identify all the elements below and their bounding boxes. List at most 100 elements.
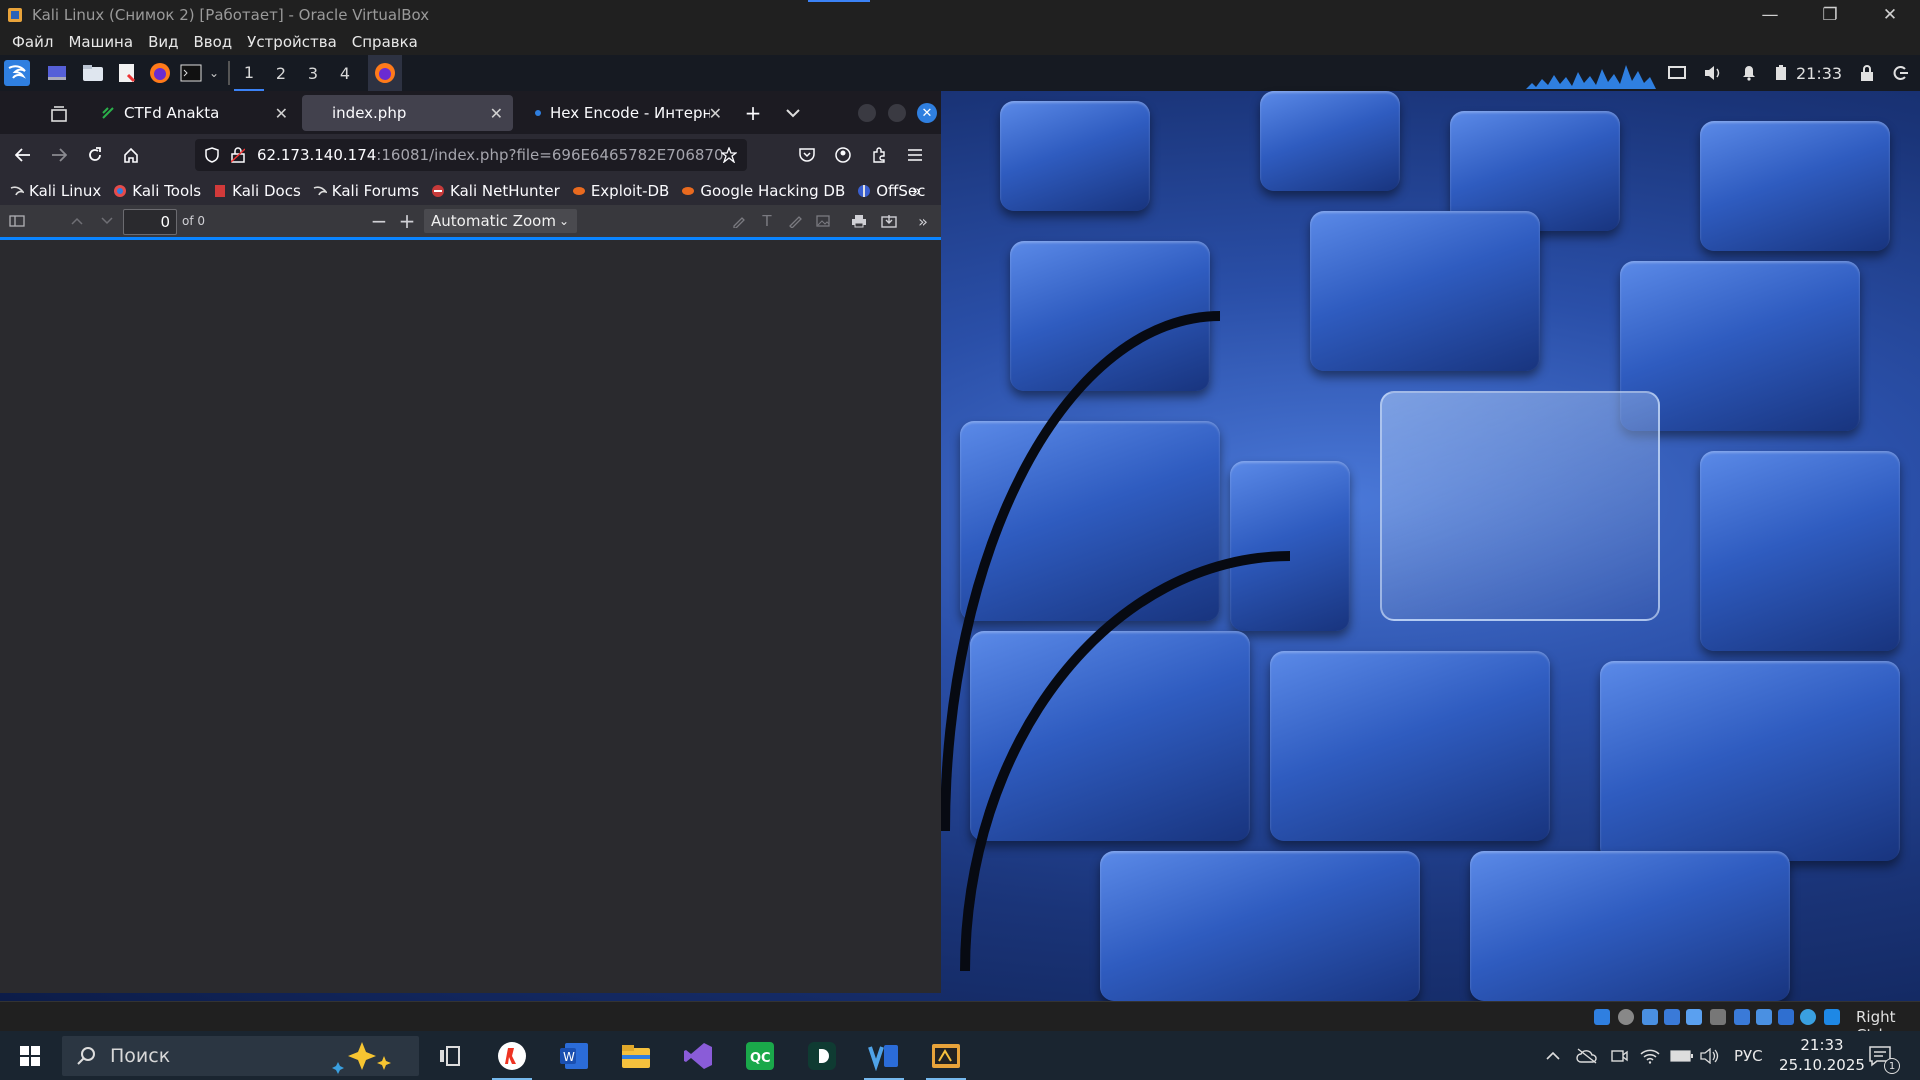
new-tab-button[interactable]: +: [740, 95, 766, 131]
input-language[interactable]: РУС: [1734, 1031, 1763, 1080]
home-icon[interactable]: [115, 134, 147, 176]
tab-hex-encode[interactable]: Hex Encode - Интернет ✕: [522, 95, 732, 131]
url-bar[interactable]: 62.173.140.174:16081/index.php?file=696E…: [195, 139, 747, 171]
bookmark-kali-tools[interactable]: Kali Tools: [113, 182, 201, 200]
zoom-in-icon[interactable]: +: [396, 205, 418, 237]
copilot-sparkle-icon[interactable]: [330, 1038, 400, 1074]
menu-input[interactable]: Ввод: [193, 33, 232, 51]
workspace-2[interactable]: 2: [266, 55, 296, 91]
reload-icon[interactable]: [79, 134, 111, 176]
pdf-viewer-area[interactable]: [0, 240, 941, 993]
show-hidden-icons[interactable]: [1546, 1031, 1560, 1080]
tracking-shield-icon[interactable]: [205, 147, 219, 163]
insecure-lock-icon[interactable]: [231, 147, 245, 163]
qc-app-icon[interactable]: QC: [740, 1036, 780, 1076]
virtualbox-title-bar[interactable]: Kali Linux (Снимок 2) [Работает] - Oracl…: [0, 0, 1920, 29]
close-tab-icon[interactable]: ✕: [490, 104, 503, 123]
meet-now-icon[interactable]: [1610, 1031, 1628, 1080]
usb-status-icon[interactable]: [1686, 1009, 1702, 1025]
kali-menu-icon[interactable]: [2, 55, 32, 91]
onedrive-off-icon[interactable]: [1576, 1031, 1598, 1080]
lock-icon[interactable]: [1856, 55, 1878, 91]
battery-tray-icon[interactable]: [1670, 1031, 1694, 1080]
page-number-input[interactable]: 0: [123, 209, 177, 235]
save-icon[interactable]: [878, 205, 900, 237]
minimize-button[interactable]: —: [1740, 0, 1800, 29]
sidebar-toggle-icon[interactable]: [6, 205, 28, 237]
files-icon[interactable]: [80, 55, 106, 91]
yandex-browser-icon[interactable]: [492, 1036, 532, 1080]
workspace-1[interactable]: 1: [234, 55, 264, 91]
terminal-icon[interactable]: [178, 55, 204, 91]
text-editor-icon[interactable]: [114, 55, 140, 91]
notifications-bell-icon[interactable]: [1736, 55, 1762, 91]
close-tab-icon[interactable]: ✕: [709, 104, 722, 123]
more-bookmarks-icon[interactable]: »: [912, 182, 921, 200]
bookmark-kali-linux[interactable]: Kali Linux: [10, 182, 101, 200]
back-icon[interactable]: [7, 134, 39, 176]
shared-folders-icon[interactable]: [1710, 1009, 1726, 1025]
virtualbox-taskbar-icon[interactable]: [864, 1036, 904, 1080]
minimize-window-button[interactable]: [858, 104, 876, 122]
word-icon[interactable]: W: [554, 1036, 594, 1076]
firefox-launcher-icon[interactable]: [147, 55, 173, 91]
task-view-icon[interactable]: [430, 1036, 470, 1076]
menu-view[interactable]: Вид: [148, 33, 178, 51]
maximize-window-button[interactable]: [888, 104, 906, 122]
display-icon[interactable]: [1664, 55, 1690, 91]
list-tabs-icon[interactable]: [780, 95, 806, 131]
display-status-icon[interactable]: [1734, 1009, 1750, 1025]
virtualization-icon[interactable]: [1778, 1009, 1794, 1025]
close-tab-icon[interactable]: ✕: [275, 104, 288, 123]
tab-ctfd[interactable]: CTFd Anakta ✕: [88, 95, 298, 131]
zoom-select[interactable]: Automatic Zoom ⌄: [424, 209, 577, 233]
hdd-status-icon[interactable]: [1594, 1009, 1610, 1025]
speaker-icon[interactable]: [1700, 1031, 1720, 1080]
previous-page-icon[interactable]: [66, 205, 88, 237]
file-explorer-icon[interactable]: [616, 1036, 656, 1076]
tools-menu-icon[interactable]: »: [912, 205, 934, 237]
firefox-view-icon[interactable]: [46, 96, 72, 132]
highlight-icon[interactable]: [728, 205, 750, 237]
optical-drive-icon[interactable]: [1618, 1009, 1634, 1025]
pocket-icon[interactable]: [791, 134, 823, 176]
workspace-3[interactable]: 3: [298, 55, 328, 91]
draw-icon[interactable]: [784, 205, 806, 237]
menu-help[interactable]: Справка: [352, 33, 418, 51]
tab-index-php[interactable]: index.php ✕: [302, 95, 513, 131]
desktop-icon[interactable]: [44, 55, 70, 91]
bookmark-kali-forums[interactable]: Kali Forums: [313, 182, 419, 200]
menu-file[interactable]: Файл: [12, 33, 53, 51]
zoom-out-icon[interactable]: −: [368, 205, 390, 237]
kali-clock[interactable]: 21:33: [1796, 55, 1842, 91]
bookmark-kali-docs[interactable]: Kali Docs: [213, 182, 301, 200]
extensions-icon[interactable]: [863, 134, 895, 176]
firefox-task-icon[interactable]: [368, 55, 402, 91]
system-clock[interactable]: 21:33 25.10.2025: [1774, 1035, 1870, 1075]
search-box[interactable]: Поиск: [62, 1036, 419, 1076]
recording-icon[interactable]: [1756, 1009, 1772, 1025]
start-icon[interactable]: [10, 1036, 50, 1076]
forward-icon[interactable]: [43, 134, 75, 176]
logout-icon[interactable]: [1890, 55, 1912, 91]
kali-vm-taskbar-icon[interactable]: [926, 1036, 966, 1080]
close-button[interactable]: ✕: [1860, 0, 1920, 29]
menu-machine[interactable]: Машина: [68, 33, 133, 51]
keyboard-capture-icon[interactable]: [1824, 1009, 1840, 1025]
volume-icon[interactable]: [1700, 55, 1726, 91]
network-status-icon[interactable]: [1664, 1009, 1680, 1025]
wifi-icon[interactable]: [1640, 1031, 1660, 1080]
close-window-button[interactable]: ✕: [917, 103, 937, 123]
menu-devices[interactable]: Устройства: [247, 33, 337, 51]
dark-app-icon[interactable]: [802, 1036, 842, 1076]
print-icon[interactable]: [848, 205, 870, 237]
bookmark-star-icon[interactable]: [721, 147, 737, 163]
image-icon[interactable]: [812, 205, 834, 237]
hamburger-menu-icon[interactable]: [899, 134, 931, 176]
next-page-icon[interactable]: [96, 205, 118, 237]
audio-status-icon[interactable]: [1642, 1009, 1658, 1025]
workspace-4[interactable]: 4: [330, 55, 360, 91]
mouse-integration-icon[interactable]: [1800, 1009, 1816, 1025]
bookmark-kali-nethunter[interactable]: Kali NetHunter: [431, 182, 560, 200]
account-icon[interactable]: [827, 134, 859, 176]
